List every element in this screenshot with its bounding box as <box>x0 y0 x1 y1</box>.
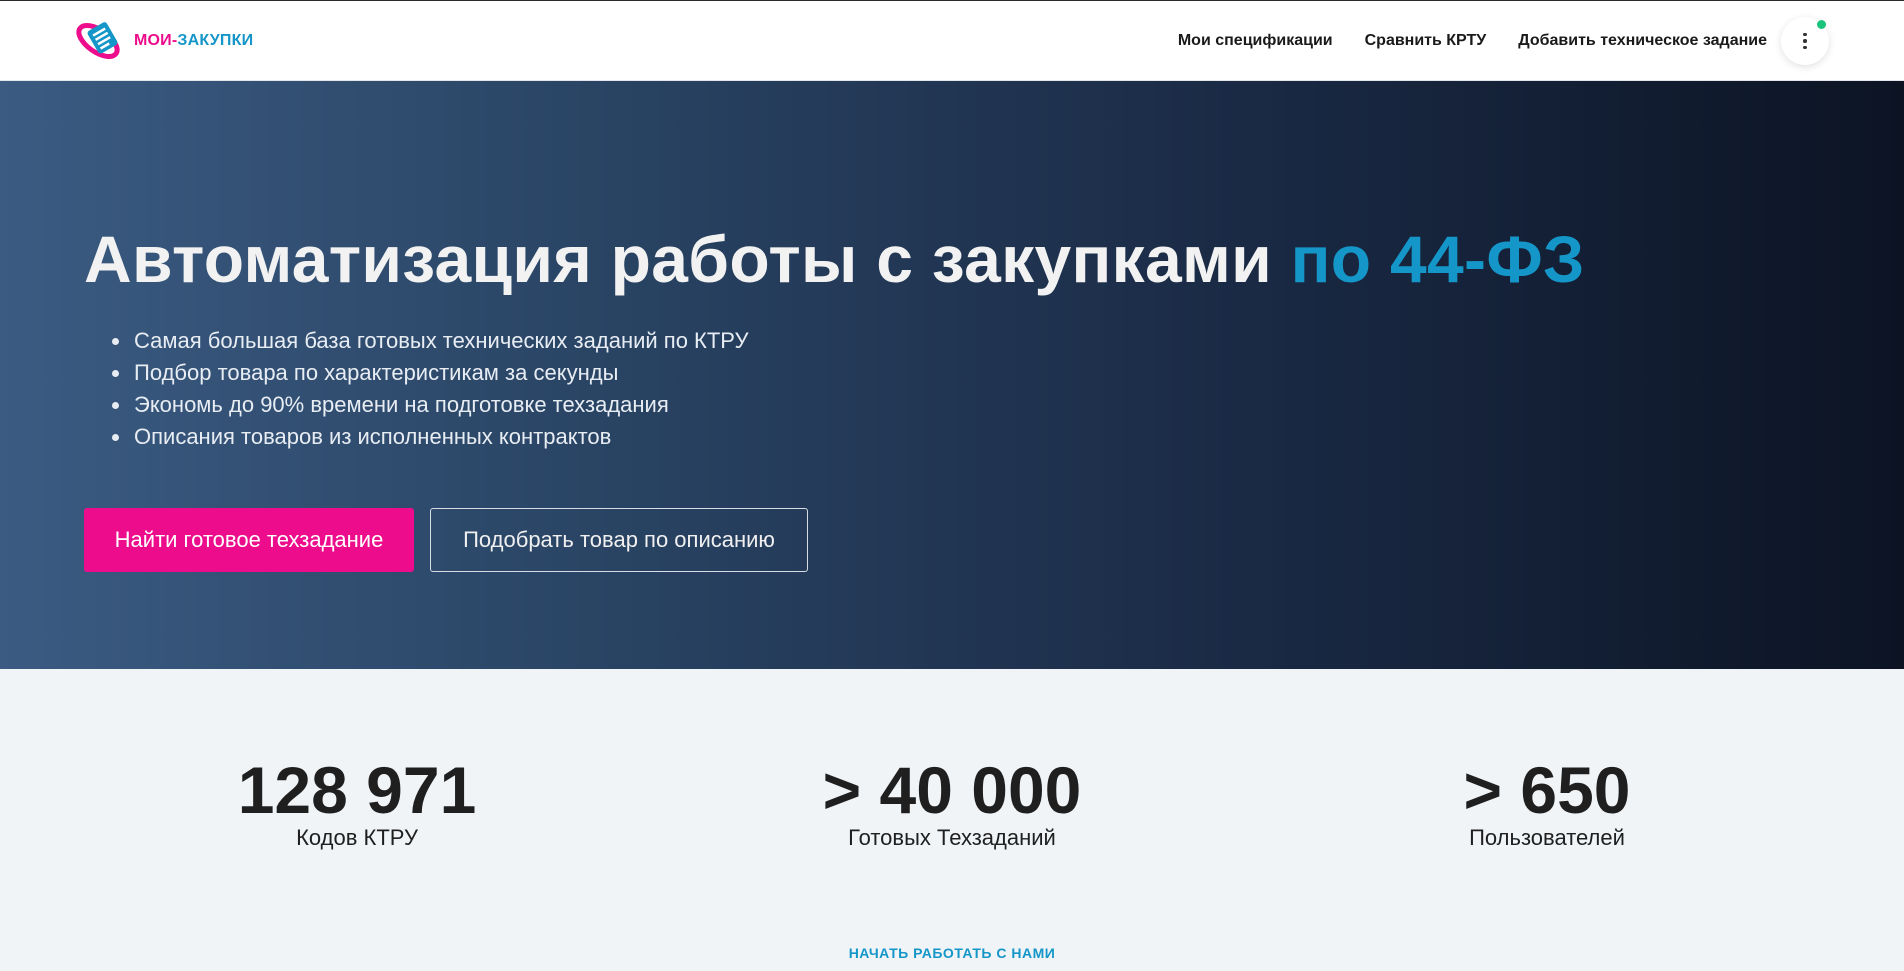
top-navbar: МОИ-ЗАКУПКИ Мои спецификации Сравнить КР… <box>0 0 1904 81</box>
stat-label: Кодов КТРУ <box>296 825 418 850</box>
stat-label: Пользователей <box>1469 825 1625 850</box>
logo-text-part2: ЗАКУПКИ <box>177 32 254 49</box>
stat-ready-tasks: > 40 000 Готовых Техзаданий <box>702 755 1202 851</box>
list-item: Экономь до 90% времени на подготовке тех… <box>132 389 748 421</box>
list-item: Самая большая база готовых технических з… <box>132 325 748 357</box>
logo-text: МОИ-ЗАКУПКИ <box>134 32 253 50</box>
list-item: Описания товаров из исполненных контракт… <box>132 421 748 453</box>
hero-title: Автоматизация работы с закупками по 44-Ф… <box>84 221 1585 297</box>
start-working-link[interactable]: НАЧАТЬ РАБОТАТЬ С НАМИ <box>0 945 1904 961</box>
stat-value: > 650 <box>1463 753 1631 827</box>
site-logo[interactable]: МОИ-ЗАКУПКИ <box>74 17 253 65</box>
stats-section: 128 971 Кодов КТРУ > 40 000 Готовых Техз… <box>0 669 1904 971</box>
nav-my-specifications[interactable]: Мои спецификации <box>1178 32 1333 50</box>
stat-value: 128 971 <box>237 753 477 827</box>
more-menu-button[interactable] <box>1781 17 1829 65</box>
stat-users: > 650 Пользователей <box>1297 755 1797 851</box>
pick-product-by-description-button[interactable]: Подобрать товар по описанию <box>430 508 808 572</box>
stat-ktru-codes: 128 971 Кодов КТРУ <box>107 755 607 851</box>
hero-section: Автоматизация работы с закупками по 44-Ф… <box>0 81 1904 669</box>
logo-text-part1: МОИ- <box>134 32 178 49</box>
more-vertical-icon <box>1803 32 1807 50</box>
hero-title-accent: по 44-ФЗ <box>1290 222 1585 296</box>
logo-icon <box>76 22 120 60</box>
hero-benefits-list: Самая большая база готовых технических з… <box>132 325 748 453</box>
stat-label: Готовых Техзаданий <box>848 825 1056 850</box>
nav-compare-ktru[interactable]: Сравнить КРТУ <box>1365 32 1487 50</box>
find-ready-task-button[interactable]: Найти готовое техзадание <box>84 508 414 572</box>
stat-value: > 40 000 <box>822 753 1082 827</box>
online-status-dot <box>1817 20 1826 29</box>
list-item: Подбор товара по характеристикам за секу… <box>132 357 748 389</box>
main-nav: Мои спецификации Сравнить КРТУ Добавить … <box>1178 1 1767 81</box>
nav-add-technical-task[interactable]: Добавить техническое задание <box>1518 32 1767 50</box>
hero-title-main: Автоматизация работы с закупками <box>84 222 1272 296</box>
